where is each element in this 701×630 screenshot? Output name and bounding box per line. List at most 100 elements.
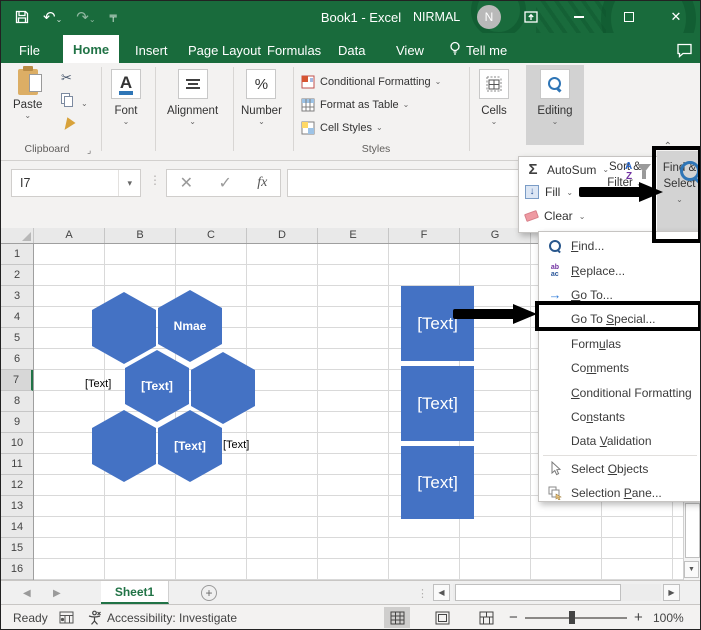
zoom-out-icon[interactable]: −: [509, 605, 518, 629]
name-box-dropdown-icon[interactable]: ▾: [118, 170, 140, 196]
editing-group-button[interactable]: Editing ⌄: [526, 65, 584, 145]
menu-item-comments[interactable]: Comments: [539, 356, 700, 380]
menu-item-conditional-formatting[interactable]: Conditional Formatting: [539, 380, 700, 404]
column-header-A[interactable]: A: [34, 228, 105, 243]
menu-item-constants[interactable]: Constants: [539, 405, 700, 429]
row-header-14[interactable]: 14: [1, 517, 33, 538]
text-rectangle-3[interactable]: [Text]: [401, 446, 474, 519]
row-header-4[interactable]: 4: [1, 307, 33, 328]
select-all-corner[interactable]: [1, 228, 34, 243]
menu-item-find[interactable]: Find...: [539, 234, 700, 258]
row-header-3[interactable]: 3: [1, 286, 33, 307]
zoom-level[interactable]: 100%: [653, 605, 684, 629]
save-icon[interactable]: [15, 10, 29, 24]
conditional-formatting-button[interactable]: Conditional Formatting ⌄: [301, 73, 441, 91]
window-dock-icon[interactable]: [511, 1, 551, 33]
fill-button[interactable]: ↓ Fill ⌄: [525, 185, 573, 199]
status-accessibility[interactable]: Accessibility: Investigate: [107, 605, 237, 629]
share-comment-icon[interactable]: [666, 37, 700, 63]
column-header-F[interactable]: F: [389, 228, 460, 243]
column-header-D[interactable]: D: [247, 228, 318, 243]
menu-item-formulas[interactable]: Formulas: [539, 332, 700, 356]
column-header-B[interactable]: B: [105, 228, 176, 243]
sheet-tab-sheet1[interactable]: Sheet1: [101, 581, 169, 604]
paste-dropdown-chevron[interactable]: ⌄: [24, 112, 31, 120]
zoom-slider-thumb[interactable]: [569, 611, 575, 624]
redo-button[interactable]: ↷⌄: [76, 10, 95, 25]
row-header-6[interactable]: 6: [1, 349, 33, 370]
tab-home[interactable]: Home: [63, 35, 120, 63]
menu-item-data-validation[interactable]: Data Validation: [539, 429, 700, 453]
tab-insert[interactable]: Insert: [125, 37, 178, 63]
clipboard-dialog-launcher-icon[interactable]: ⌟: [87, 145, 91, 156]
cancel-entry-icon[interactable]: ✕: [180, 173, 193, 193]
macro-record-icon[interactable]: [59, 605, 74, 629]
row-header-16[interactable]: 16: [1, 559, 33, 580]
tab-formulas[interactable]: Formulas: [257, 37, 331, 63]
menu-item-go-to-special[interactable]: Go To Special...: [539, 307, 700, 331]
undo-button[interactable]: ↶⌄: [43, 10, 62, 25]
page-layout-view-icon[interactable]: [429, 607, 455, 628]
row-header-12[interactable]: 12: [1, 475, 33, 496]
clear-button[interactable]: Clear ⌄: [524, 209, 585, 223]
font-group-button[interactable]: A Font ⌄: [111, 69, 141, 126]
scroll-right-icon[interactable]: ▶: [663, 584, 680, 601]
scroll-down-icon[interactable]: ▼: [684, 561, 699, 578]
vertical-scrollbar-thumb[interactable]: [685, 503, 700, 558]
horizontal-scrollbar[interactable]: [453, 584, 661, 601]
tab-view[interactable]: View: [386, 37, 434, 63]
row-header-9[interactable]: 9: [1, 412, 33, 433]
copy-icon[interactable]: [61, 93, 73, 107]
find-select-button[interactable]: Find & Select ⌄: [657, 151, 700, 240]
scroll-left-icon[interactable]: ◀: [433, 584, 450, 601]
alignment-group-button[interactable]: Alignment ⌄: [167, 69, 218, 126]
name-box[interactable]: I7 ▾: [11, 169, 141, 197]
text-rectangle-1[interactable]: [Text]: [401, 286, 474, 361]
close-button[interactable]: ✕: [656, 1, 696, 33]
scrollbar-resize-dots-icon[interactable]: ⋮: [417, 587, 428, 600]
sort-filter-button[interactable]: AZ Sort & Filter ⌄: [594, 160, 656, 191]
row-header-2[interactable]: 2: [1, 265, 33, 286]
confirm-entry-icon[interactable]: ✓: [218, 173, 231, 193]
column-header-C[interactable]: C: [176, 228, 247, 243]
row-header-15[interactable]: 15: [1, 538, 33, 559]
page-break-view-icon[interactable]: [473, 607, 499, 628]
row-header-11[interactable]: 11: [1, 454, 33, 475]
accessibility-icon[interactable]: [87, 605, 102, 629]
maximize-button[interactable]: [609, 1, 649, 33]
row-header-5[interactable]: 5: [1, 328, 33, 349]
account-name[interactable]: NIRMAL: [413, 1, 460, 33]
cell-styles-button[interactable]: Cell Styles ⌄: [301, 119, 383, 137]
insert-function-icon[interactable]: fx: [257, 175, 267, 191]
new-sheet-icon[interactable]: +: [201, 585, 217, 601]
text-rectangle-2[interactable]: [Text]: [401, 366, 474, 441]
horizontal-scrollbar-thumb[interactable]: [455, 584, 621, 601]
tab-file[interactable]: File: [9, 37, 50, 63]
column-header-E[interactable]: E: [318, 228, 389, 243]
prev-sheet-icon[interactable]: ◀: [23, 581, 31, 605]
tab-tell-me[interactable]: Tell me: [439, 37, 517, 63]
quick-access-toolbar-menu-icon[interactable]: ╤: [110, 12, 117, 22]
minimize-button[interactable]: [559, 1, 599, 33]
row-header-1[interactable]: 1: [1, 244, 33, 265]
row-header-8[interactable]: 8: [1, 391, 33, 412]
zoom-in-icon[interactable]: +: [634, 605, 643, 629]
format-as-table-button[interactable]: Format as Table ⌄: [301, 96, 409, 114]
row-header-10[interactable]: 10: [1, 433, 33, 454]
copy-dropdown-chevron[interactable]: ⌄: [81, 100, 88, 108]
format-painter-icon[interactable]: [60, 117, 76, 133]
cells-group-button[interactable]: Cells ⌄: [479, 69, 509, 126]
row-header-13[interactable]: 13: [1, 496, 33, 517]
menu-item-go-to[interactable]: → Go To...: [539, 283, 700, 307]
tab-data[interactable]: Data: [328, 37, 375, 63]
paste-button[interactable]: Paste ⌄: [13, 66, 42, 120]
menu-item-selection-pane[interactable]: Selection Pane...: [539, 481, 700, 505]
menu-item-replace[interactable]: ab ac Replace...: [539, 258, 700, 282]
number-group-button[interactable]: % Number ⌄: [241, 69, 282, 126]
avatar[interactable]: N: [477, 5, 501, 29]
cut-icon[interactable]: ✂: [61, 71, 72, 84]
row-header-7[interactable]: 7: [1, 370, 33, 391]
menu-item-select-objects[interactable]: Select Objects: [539, 457, 700, 481]
normal-view-icon[interactable]: [384, 607, 410, 628]
zoom-slider[interactable]: [525, 617, 627, 619]
